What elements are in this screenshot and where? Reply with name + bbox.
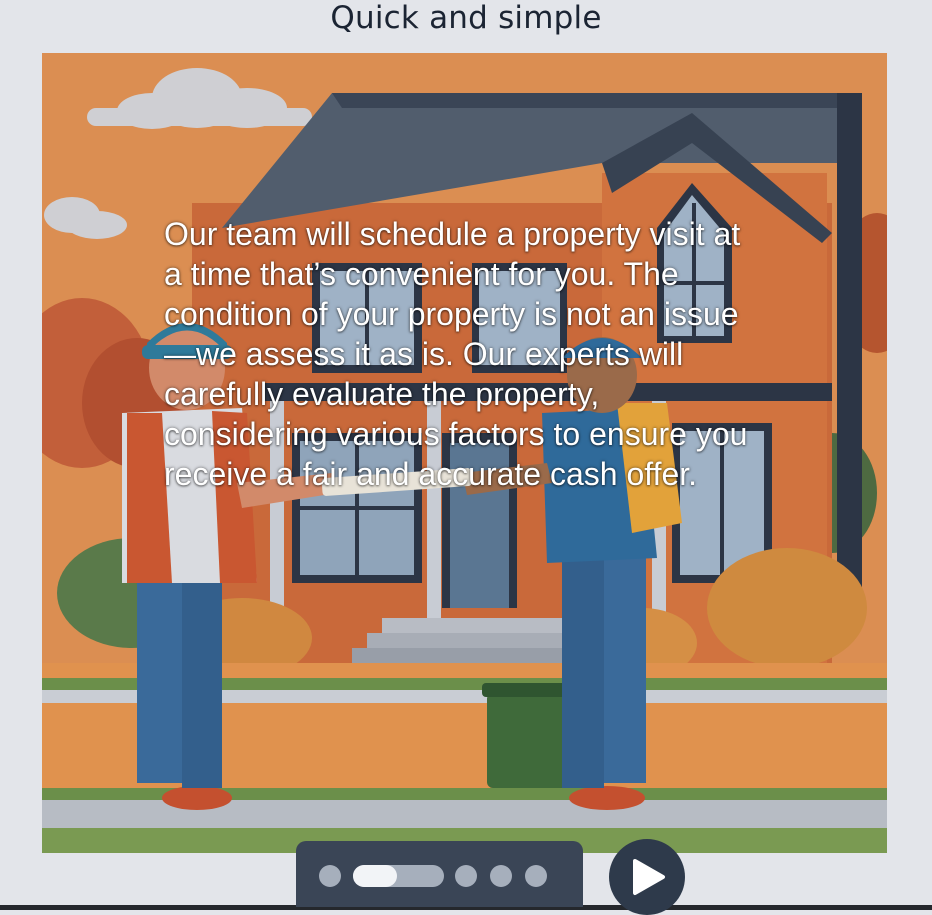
page-title: Quick and simple <box>330 0 602 36</box>
slide-caption: Our team will schedule a property visit … <box>164 216 748 492</box>
pagination-dot-2-active-track[interactable] <box>353 865 444 887</box>
play-button[interactable] <box>609 839 685 915</box>
carousel-pagination <box>296 841 583 907</box>
carousel-slide: Our team will schedule a property visit … <box>42 53 887 853</box>
pagination-dot-5[interactable] <box>525 865 547 887</box>
pagination-dot-1[interactable] <box>319 865 341 887</box>
pagination-dot-3[interactable] <box>455 865 477 887</box>
pagination-dot-4[interactable] <box>490 865 512 887</box>
pagination-active-indicator <box>353 865 397 887</box>
play-icon <box>633 859 665 895</box>
